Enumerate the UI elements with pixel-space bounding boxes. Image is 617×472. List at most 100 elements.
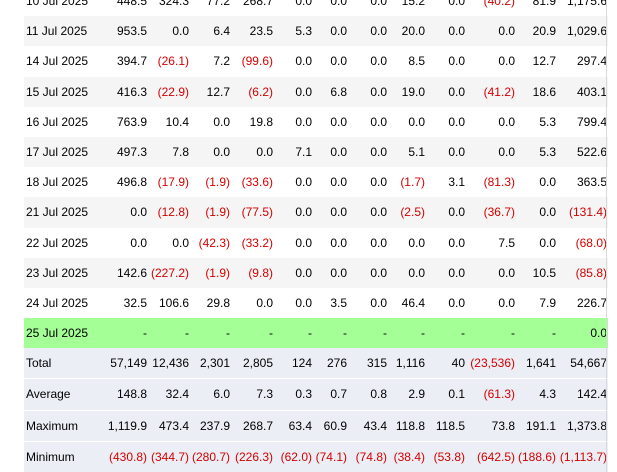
table-row[interactable]: 15 Jul 2025 416.3 (22.9) 12.7 (6.2) 0.0 6.8 0.0… <box>24 76 608 107</box>
table-cell: (1.7) <box>400 175 425 190</box>
table-cell: 0.0 <box>370 84 387 99</box>
table-cell: (1.9) <box>205 175 230 190</box>
table-cell: 0.0 <box>448 54 465 69</box>
table-cell: 0.0 <box>330 24 347 39</box>
summary-row[interactable]: Total 57,149 12,436 2,301 2,805 124 276 315 1,11… <box>24 348 608 379</box>
table-row[interactable]: 21 Jul 2025 0.0 (12.8) (1.9) (77.5) 0.0 0.0 0.0… <box>24 197 608 228</box>
row-date-label: 10 Jul 2025 <box>26 0 89 8</box>
table-row[interactable]: 14 Jul 2025 394.7 (26.1) 7.2 (99.6) 0.0 0.0 0.0… <box>24 46 608 77</box>
table-cell: 0.0 <box>448 84 465 99</box>
table-cell: 0.0 <box>370 265 387 280</box>
table-cell: 73.8 <box>491 418 515 433</box>
table-cell: (6.2) <box>248 84 273 99</box>
table-cell: 226.7 <box>576 295 607 310</box>
table-cell: 46.4 <box>401 295 425 310</box>
row-date-label: 24 Jul 2025 <box>26 295 89 310</box>
table-cell: 0.7 <box>330 387 347 402</box>
table-cell: (53.8) <box>433 449 465 464</box>
table-cell: 0.0 <box>330 114 347 129</box>
table-cell: 10.5 <box>532 265 556 280</box>
table-cell: 23.5 <box>249 24 273 39</box>
table-cell: 1,119.9 <box>107 418 147 433</box>
table-cell: 5.1 <box>408 144 425 159</box>
row-date-label: 14 Jul 2025 <box>26 54 89 69</box>
table-cell: (344.7) <box>150 449 189 464</box>
table-cell: (188.6) <box>517 449 556 464</box>
row-date-label: 25 Jul 2025 <box>26 326 89 341</box>
table-cell: 1,373.8 <box>566 418 607 433</box>
table-cell: 0.8 <box>370 387 387 402</box>
table-cell: - <box>269 326 273 341</box>
table-cell: 268.7 <box>242 0 273 8</box>
table-cell: 0.0 <box>370 235 387 250</box>
summary-label: Average <box>26 387 71 402</box>
table-cell: 0.0 <box>295 114 312 129</box>
summary-row[interactable]: Average 148.8 32.4 6.0 7.3 0.3 0.7 0.8 2.9 0.1 (61… <box>24 378 608 410</box>
table-cell: (42.3) <box>198 235 230 250</box>
table-cell: (227.2) <box>150 265 189 280</box>
table-cell: 0.0 <box>330 54 347 69</box>
table-cell: 0.0 <box>330 175 347 190</box>
table-cell: 0.0 <box>408 114 425 129</box>
table-cell: 57,149 <box>110 356 147 371</box>
table-cell: 763.9 <box>116 114 147 129</box>
table-cell: (62.0) <box>280 449 312 464</box>
table-cell: 18.6 <box>532 84 556 99</box>
table-row[interactable]: 16 Jul 2025 763.9 10.4 0.0 19.8 0.0 0.0 0.0 0.0 0… <box>24 106 608 137</box>
table-cell: 0.0 <box>256 144 273 159</box>
table-cell: (26.1) <box>157 54 189 69</box>
table-cell: - <box>185 326 189 341</box>
table-cell: 0.1 <box>448 387 465 402</box>
table-row[interactable]: 18 Jul 2025 496.8 (17.9) (1.9) (33.6) 0.0 0.0 0… <box>24 167 608 198</box>
table-row[interactable]: 25 Jul 2025 - - - - - - - - - - - 0.0 <box>24 318 608 349</box>
data-table: 10 Jul 2025 448.5 324.3 77.2 268.7 0.0 0.0 0.0 1… <box>24 0 608 472</box>
row-date-label: 16 Jul 2025 <box>26 114 89 129</box>
table-row[interactable]: 17 Jul 2025 497.3 7.8 0.0 0.0 7.1 0.0 0.0 5.1 0.0… <box>24 136 608 168</box>
table-cell: 0.0 <box>330 144 347 159</box>
table-cell: 0.0 <box>498 295 515 310</box>
table-cell: 124 <box>291 356 312 371</box>
table-cell: 3.5 <box>330 295 347 310</box>
table-cell: 297.4 <box>576 54 607 69</box>
table-cell: 315 <box>366 356 387 371</box>
table-cell: (40.2) <box>483 0 515 8</box>
row-date-label: 17 Jul 2025 <box>26 144 89 159</box>
table-cell: 0.0 <box>295 295 312 310</box>
table-cell: 191.1 <box>525 418 556 433</box>
table-row[interactable]: 23 Jul 2025 142.6 (227.2) (1.9) (9.8) 0.0 0.0 0… <box>24 257 608 288</box>
table-cell: 0.0 <box>295 54 312 69</box>
table-cell: 0.0 <box>172 24 189 39</box>
table-cell: 7.9 <box>539 295 556 310</box>
table-cell: 1,175.6 <box>566 0 607 8</box>
table-cell: 0.0 <box>370 114 387 129</box>
table-cell: 953.5 <box>116 24 147 39</box>
table-row[interactable]: 10 Jul 2025 448.5 324.3 77.2 268.7 0.0 0.0 0.0 1… <box>24 0 608 17</box>
table-cell: (131.4) <box>568 205 607 220</box>
table-row[interactable]: 22 Jul 2025 0.0 0.0 (42.3) (33.2) 0.0 0.0 0.0 0.… <box>24 227 608 258</box>
table-cell: 77.2 <box>206 0 230 8</box>
table-cell: 60.9 <box>323 418 347 433</box>
table-row[interactable]: 11 Jul 2025 953.5 0.0 6.4 23.5 5.3 0.0 0.0 20.0 0… <box>24 16 608 47</box>
table-cell: 0.0 <box>498 24 515 39</box>
summary-row[interactable]: Minimum (430.8) (344.7) (280.7) (226.3) (62.0… <box>24 440 608 472</box>
table-cell: 0.0 <box>295 175 312 190</box>
table-cell: 20.9 <box>532 24 556 39</box>
table-cell: 0.0 <box>295 205 312 220</box>
table-cell: 0.0 <box>370 144 387 159</box>
table-cell: 0.0 <box>370 205 387 220</box>
table-cell: 0.0 <box>370 54 387 69</box>
table-cell: 363.5 <box>576 175 607 190</box>
table-cell: 0.0 <box>448 295 465 310</box>
table-cell: (1.9) <box>205 205 230 220</box>
table-cell: 1,116 <box>395 356 425 371</box>
table-cell: 0.0 <box>295 84 312 99</box>
table-cell: - <box>383 326 387 341</box>
table-cell: 12.7 <box>532 54 556 69</box>
summary-row[interactable]: Maximum 1,119.9 473.4 237.9 268.7 63.4 60.9 43.… <box>24 409 608 441</box>
table-cell: 0.0 <box>370 24 387 39</box>
table-cell: 2.9 <box>408 387 425 402</box>
table-row[interactable]: 24 Jul 2025 32.5 106.6 29.8 0.0 0.0 3.5 0.0 46.4… <box>24 287 608 319</box>
table-cell: (22.9) <box>157 84 189 99</box>
table-cell: - <box>552 326 556 341</box>
table-cell: 0.0 <box>448 265 465 280</box>
